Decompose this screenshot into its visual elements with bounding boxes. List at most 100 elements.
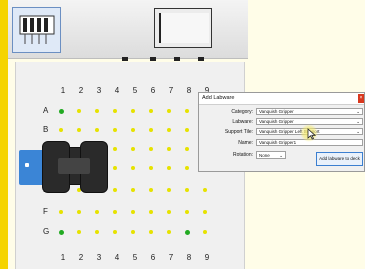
category-label: Category: [231, 109, 253, 115]
column-label: 3 [96, 86, 102, 95]
chevron-down-icon: ⌄ [279, 153, 283, 158]
deck-position[interactable] [59, 210, 63, 214]
column-label: 2 [78, 86, 84, 95]
left-accent-bar [0, 0, 8, 269]
deck-position[interactable] [185, 147, 189, 151]
footer-column-label: 7 [168, 253, 174, 262]
deck-position[interactable] [167, 230, 171, 234]
column-label: 5 [132, 86, 138, 95]
chevron-down-icon: ⌄ [356, 109, 360, 114]
deck-position[interactable] [149, 210, 153, 214]
deck-position[interactable] [167, 109, 171, 113]
dialog-title-bar: Add Labware × [199, 93, 364, 105]
row-label: A [43, 106, 49, 115]
footer-column-label: 3 [96, 253, 102, 262]
support-tile-label: Support Tile: [224, 129, 253, 135]
deck-position[interactable] [149, 128, 153, 132]
dialog-title: Add Labware [202, 95, 235, 101]
deck-position[interactable] [149, 147, 153, 151]
deck-position[interactable] [167, 166, 171, 170]
footer-column-label: 6 [150, 253, 156, 262]
deck-position[interactable] [167, 147, 171, 151]
category-value: Vanquish Gripper [259, 109, 294, 114]
deck-position[interactable] [131, 166, 135, 170]
deck-position[interactable] [95, 109, 99, 113]
deck-position[interactable] [113, 128, 117, 132]
deck-preview [154, 8, 212, 48]
column-label: 6 [150, 86, 156, 95]
deck-position[interactable] [77, 210, 81, 214]
deck-position[interactable] [149, 109, 153, 113]
deck-rail [122, 57, 222, 61]
deck-position[interactable] [77, 109, 81, 113]
row-label: B [43, 125, 49, 134]
deck-position[interactable] [113, 230, 117, 234]
deck-position[interactable] [59, 109, 64, 114]
deck-position[interactable] [131, 128, 135, 132]
footer-column-label: 9 [204, 253, 210, 262]
deck-preview-icon [159, 13, 209, 43]
deck-position[interactable] [167, 210, 171, 214]
column-label: 4 [114, 86, 120, 95]
deck-position[interactable] [77, 230, 81, 234]
deck-position[interactable] [59, 230, 64, 235]
footer-column-label: 1 [60, 253, 66, 262]
deck-position[interactable] [167, 128, 171, 132]
labware-rack-icon [19, 15, 55, 44]
rotation-value: None [259, 153, 270, 158]
category-select[interactable]: Vanquish Gripper ⌄ [256, 108, 363, 115]
deck-position[interactable] [185, 188, 189, 192]
deck-position[interactable] [167, 188, 171, 192]
top-right-panel [248, 0, 365, 58]
deck-position[interactable] [149, 230, 153, 234]
rotation-label: Rotation: [232, 152, 253, 158]
deck-position[interactable] [131, 109, 135, 113]
deck-position[interactable] [113, 147, 117, 151]
deck-position[interactable] [203, 188, 207, 192]
row-label: G [43, 227, 50, 236]
chevron-down-icon: ⌄ [356, 129, 360, 134]
deck-position[interactable] [77, 128, 81, 132]
labware-label: Labware: [232, 119, 253, 125]
deck-position[interactable] [95, 128, 99, 132]
close-icon[interactable]: × [358, 94, 364, 103]
deck-position[interactable] [131, 210, 135, 214]
deck-position[interactable] [185, 230, 190, 235]
column-label: 1 [60, 86, 66, 95]
column-label: 7 [168, 86, 174, 95]
deck-position[interactable] [185, 210, 189, 214]
row-label: F [43, 207, 48, 216]
footer-column-label: 4 [114, 253, 120, 262]
deck-position[interactable] [185, 109, 189, 113]
labware-thumbnail[interactable] [12, 7, 61, 53]
rotation-select[interactable]: None ⌄ [256, 151, 286, 159]
column-label: 8 [186, 86, 192, 95]
deck-position[interactable] [131, 188, 135, 192]
deck-position[interactable] [185, 128, 189, 132]
name-value: Vanquish Gripper1 [259, 140, 297, 145]
deck-position[interactable] [95, 210, 99, 214]
mouse-cursor-icon [307, 128, 316, 140]
deck-position[interactable] [131, 230, 135, 234]
add-labware-button[interactable]: Add labware to deck [316, 152, 363, 166]
add-labware-dialog: Add Labware × Category: Vanquish Gripper… [198, 92, 365, 172]
deck-position[interactable] [203, 210, 207, 214]
deck-position[interactable] [203, 230, 207, 234]
footer-column-label: 5 [132, 253, 138, 262]
deck-position[interactable] [131, 147, 135, 151]
deck-position[interactable] [113, 210, 117, 214]
deck-position[interactable] [185, 166, 189, 170]
chevron-down-icon: ⌄ [356, 119, 360, 124]
deck-position[interactable] [149, 166, 153, 170]
labware-value: Vanquish Gripper [259, 119, 294, 124]
deck-position[interactable] [95, 230, 99, 234]
deck-position[interactable] [113, 109, 117, 113]
gripper-core [58, 158, 90, 174]
footer-column-label: 8 [186, 253, 192, 262]
deck-position[interactable] [113, 166, 117, 170]
deck-position[interactable] [149, 188, 153, 192]
deck-position[interactable] [59, 128, 63, 132]
footer-column-label: 2 [78, 253, 84, 262]
name-label: Name: [238, 140, 253, 146]
deck-position[interactable] [113, 188, 117, 192]
